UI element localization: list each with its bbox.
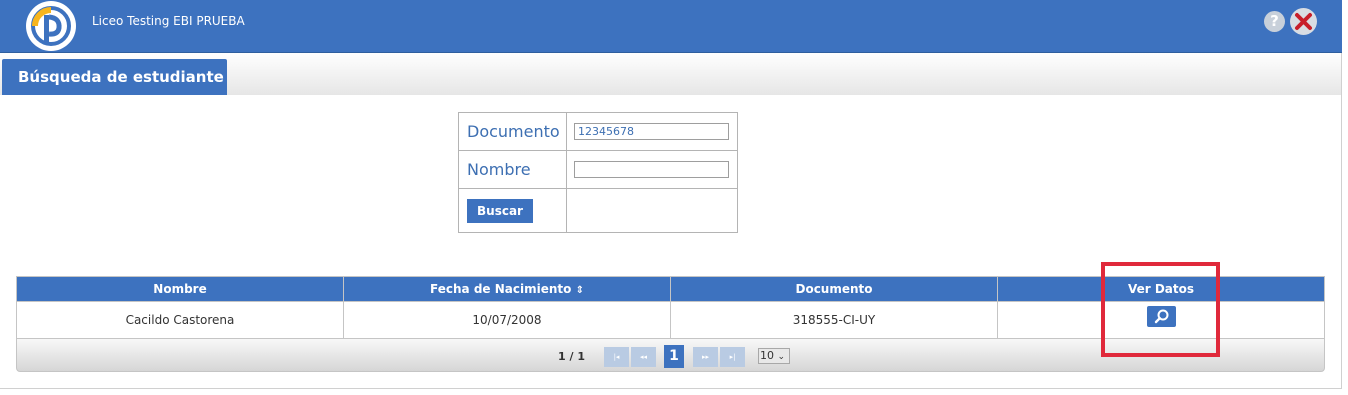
panel-border-right bbox=[1341, 53, 1342, 389]
documento-input[interactable] bbox=[574, 123, 729, 140]
close-icon[interactable] bbox=[1290, 8, 1317, 35]
nombre-label: Nombre bbox=[458, 150, 567, 189]
prev-page-button[interactable]: ◂◂ bbox=[631, 347, 656, 367]
highlight-box bbox=[1101, 262, 1220, 357]
column-header-documento[interactable]: Documento bbox=[670, 276, 998, 302]
nombre-input[interactable] bbox=[574, 161, 729, 178]
panel-border-bottom bbox=[0, 388, 1342, 389]
logo-icon bbox=[26, 1, 76, 51]
page-size-value: 10 bbox=[760, 349, 774, 362]
cell-documento: 318555-CI-UY bbox=[670, 301, 998, 339]
last-page-button[interactable]: ▸| bbox=[720, 347, 745, 367]
first-page-button[interactable]: |◂ bbox=[604, 347, 629, 367]
column-header-nombre[interactable]: Nombre bbox=[16, 276, 344, 302]
page-status: 1 / 1 bbox=[558, 350, 585, 363]
chevron-down-icon: ⌄ bbox=[777, 352, 786, 362]
tab-bar: Búsqueda de estudiante bbox=[0, 53, 1342, 95]
search-form: Documento Nombre Buscar bbox=[458, 112, 738, 233]
documento-label: Documento bbox=[458, 112, 567, 151]
column-header-fecha[interactable]: Fecha de Nacimiento ⇕ bbox=[343, 276, 671, 302]
cell-fecha: 10/07/2008 bbox=[343, 301, 671, 339]
next-page-button[interactable]: ▸▸ bbox=[693, 347, 718, 367]
tab-busqueda-estudiante[interactable]: Búsqueda de estudiante bbox=[2, 59, 227, 95]
page-size-select[interactable]: 10 ⌄ bbox=[758, 348, 790, 364]
app-header: Liceo Testing EBI PRUEBA ? bbox=[0, 0, 1342, 53]
sort-icon[interactable]: ⇕ bbox=[576, 285, 584, 296]
buscar-button[interactable]: Buscar bbox=[467, 198, 533, 223]
help-icon[interactable]: ? bbox=[1264, 11, 1285, 32]
page-1-button[interactable]: 1 bbox=[664, 345, 684, 368]
app-title: Liceo Testing EBI PRUEBA bbox=[92, 14, 245, 28]
column-header-fecha-label: Fecha de Nacimiento bbox=[430, 282, 572, 296]
cell-nombre: Cacildo Castorena bbox=[16, 301, 344, 339]
